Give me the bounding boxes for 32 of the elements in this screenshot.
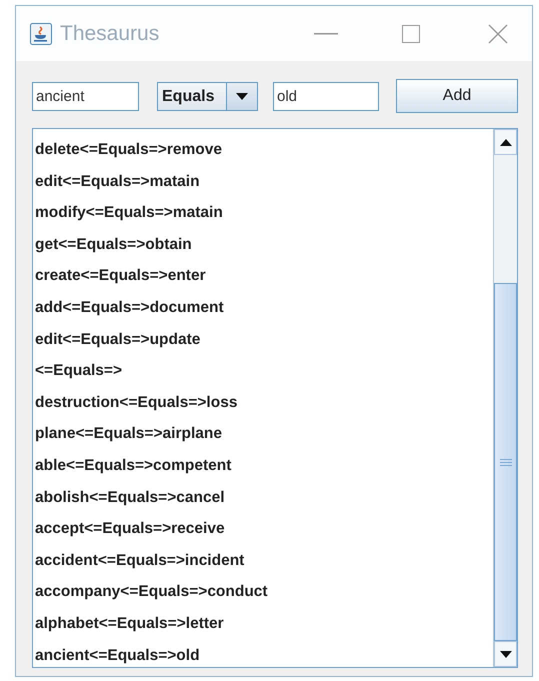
list-item[interactable]: abolish<=Equals=>cancel [35, 482, 493, 514]
list-item[interactable]: ancient<=Equals=>old [35, 640, 493, 672]
list-item[interactable]: plane<=Equals=>airplane [35, 418, 493, 450]
list-item[interactable]: modify<=Equals=>matain [35, 197, 493, 229]
window-title: Thesaurus [60, 22, 160, 46]
scrollbar[interactable] [493, 129, 517, 667]
caret-icon [236, 92, 248, 100]
close-icon[interactable] [488, 24, 508, 44]
scrollbar-thumb[interactable] [494, 283, 517, 641]
grip-icon [500, 458, 512, 466]
up-arrow-icon[interactable] [500, 138, 512, 146]
add-button[interactable]: Add [396, 79, 518, 113]
list-item[interactable]: create<=Equals=>enter [35, 260, 493, 292]
list-item[interactable]: accompany<=Equals=>conduct [35, 576, 493, 608]
list-item[interactable]: add<=Equals=>document [35, 292, 493, 324]
word-field[interactable]: ancient [32, 82, 139, 110]
coffee-cup-icon [30, 22, 52, 44]
list-item[interactable]: <=Equals=> [35, 355, 493, 387]
synonym-field[interactable]: old [273, 82, 379, 110]
list-item[interactable]: get<=Equals=>obtain [35, 228, 493, 260]
list-item[interactable]: destruction<=Equals=>loss [35, 386, 493, 418]
list-item[interactable]: edit<=Equals=>matain [35, 166, 493, 198]
list-item[interactable]: delete<=Equals=>remove [35, 134, 493, 166]
down-arrow-icon[interactable] [500, 650, 512, 658]
maximize-icon[interactable] [402, 24, 420, 42]
list-item[interactable]: edit<=Equals=>update [35, 324, 493, 356]
list-item[interactable]: able<=Equals=>competent [35, 450, 493, 482]
list-item[interactable]: accept<=Equals=>receive [35, 513, 493, 545]
minimize-icon[interactable] [314, 32, 338, 34]
list-item[interactable]: accident<=Equals=>incident [35, 544, 493, 576]
list-item[interactable]: alphabet<=Equals=>letter [35, 608, 493, 640]
relation-dropdown[interactable]: Equals [157, 82, 258, 110]
